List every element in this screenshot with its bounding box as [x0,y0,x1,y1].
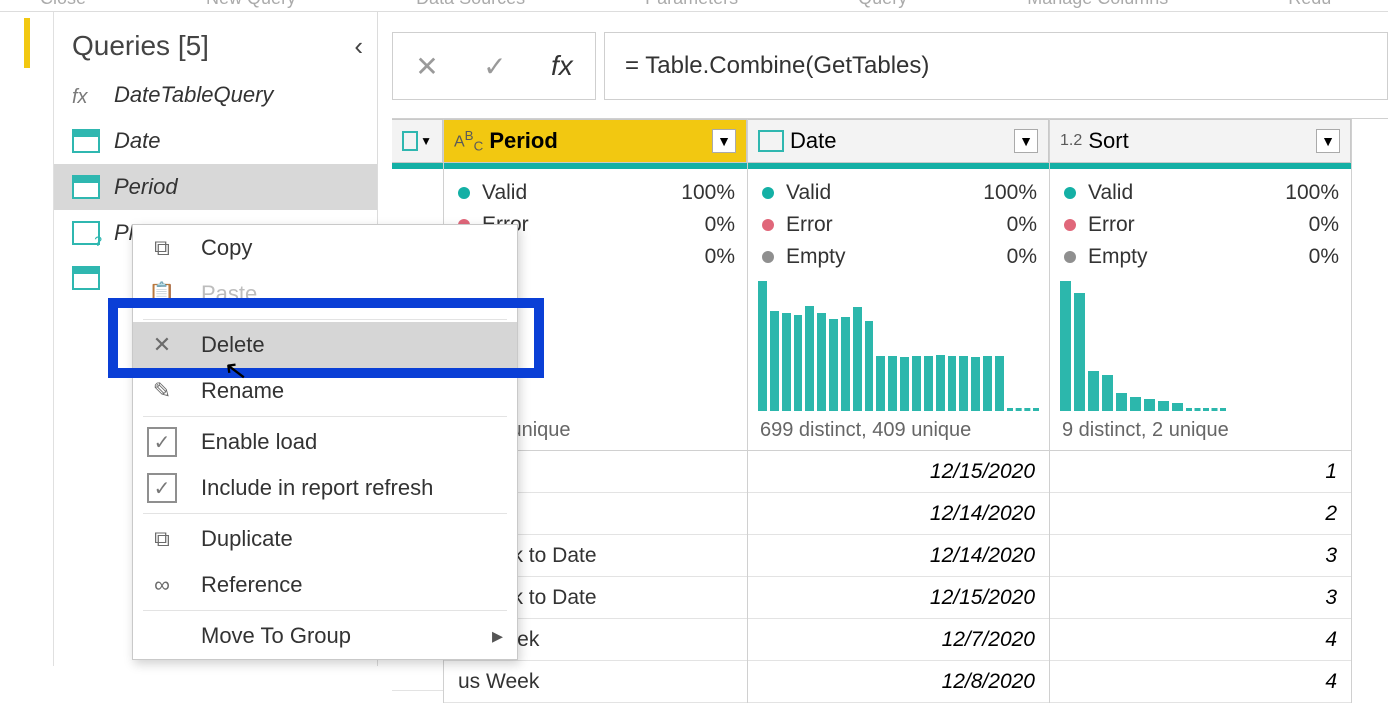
paste-icon: 📋 [147,279,177,309]
rename-icon: ✎ [147,376,177,406]
fx-icon[interactable]: fx [551,50,573,82]
filter-dropdown-icon[interactable]: ▼ [712,129,736,153]
column-header-period[interactable]: ABC Period ▼ [444,119,747,163]
submenu-icon: ▸ [492,623,503,649]
column-name: Period [489,128,557,154]
table-icon[interactable]: ▼ [392,119,443,163]
table-cell[interactable]: 12/14/2020 [748,535,1049,577]
column-profile-sort: Valid100% Error0% Empty0% [1050,169,1351,279]
column-header-date[interactable]: Date ▼ [748,119,1049,163]
column-profile-date: Valid100% Error0% Empty0% [748,169,1049,279]
content-area: ✕ ✓ fx = Table.Combine(GetTables) ▼ ABC … [378,12,1388,666]
table-cell[interactable]: 12/8/2020 [748,661,1049,703]
query-item-datetablequery[interactable]: DateTableQuery [54,72,377,118]
table-cell[interactable]: 4 [1050,661,1351,703]
type-number-icon: 1.2 [1060,132,1082,150]
table-cell[interactable]: 12/15/2020 [748,451,1049,493]
cancel-icon[interactable]: ✕ [415,50,438,83]
query-item-date[interactable]: Date [54,118,377,164]
formula-toolbar: ✕ ✓ fx [392,32,596,100]
checkbox-icon [147,473,177,503]
queries-title: Queries [5] [72,30,209,62]
table-cell[interactable]: 2 [1050,493,1351,535]
table-cell[interactable]: 1 [1050,451,1351,493]
formula-bar[interactable]: = Table.Combine(GetTables) [604,32,1388,100]
filter-dropdown-icon[interactable]: ▼ [1316,129,1340,153]
table-cell[interactable]: 12/7/2020 [748,619,1049,661]
table-cell[interactable]: 3 [1050,535,1351,577]
commit-icon[interactable]: ✓ [483,50,506,83]
x-icon: ✕ [147,330,177,360]
copy-icon: ⧉ [147,233,177,263]
ctx-enable-load[interactable]: Enable load [133,419,517,465]
column-name: Date [790,128,836,154]
ctx-paste: 📋Paste [133,271,517,317]
context-menu: ⧉Copy 📋Paste ✕Delete ✎Rename Enable load… [132,224,518,660]
ctx-include-refresh[interactable]: Include in report refresh [133,465,517,511]
collapse-icon[interactable]: ‹ [354,31,363,62]
duplicate-icon: ⧉ [147,524,177,554]
ribbon-groups: Close New Query Data Sources Parameters … [0,0,1388,12]
preview-grid: ▼ ABC Period ▼ Valid100% Error0% pty0% [392,118,1388,703]
table-cell[interactable]: 4 [1050,619,1351,661]
ctx-copy[interactable]: ⧉Copy [133,225,517,271]
left-rail [0,12,54,666]
ctx-reference[interactable]: ∞Reference [133,562,517,608]
column-name: Sort [1088,128,1128,154]
type-text-icon: ABC [454,128,483,154]
profile-summary: 9 distinct, 2 unique [1050,415,1351,451]
query-item-period[interactable]: Period [54,164,377,210]
link-icon: ∞ [147,570,177,600]
distribution-chart-sort [1050,279,1351,415]
ctx-duplicate[interactable]: ⧉Duplicate [133,516,517,562]
table-cell[interactable]: us Week [444,661,747,703]
filter-dropdown-icon[interactable]: ▼ [1014,129,1038,153]
table-cell[interactable]: 12/14/2020 [748,493,1049,535]
distribution-chart-date [748,279,1049,415]
checkbox-icon [147,427,177,457]
table-cell[interactable]: 3 [1050,577,1351,619]
ctx-move-to-group[interactable]: Move To Group▸ [133,613,517,659]
column-header-sort[interactable]: 1.2 Sort ▼ [1050,119,1351,163]
ctx-rename[interactable]: ✎Rename [133,368,517,414]
type-date-icon [758,130,784,152]
table-cell[interactable]: 12/15/2020 [748,577,1049,619]
ctx-delete[interactable]: ✕Delete [133,322,517,368]
profile-summary: 699 distinct, 409 unique [748,415,1049,451]
